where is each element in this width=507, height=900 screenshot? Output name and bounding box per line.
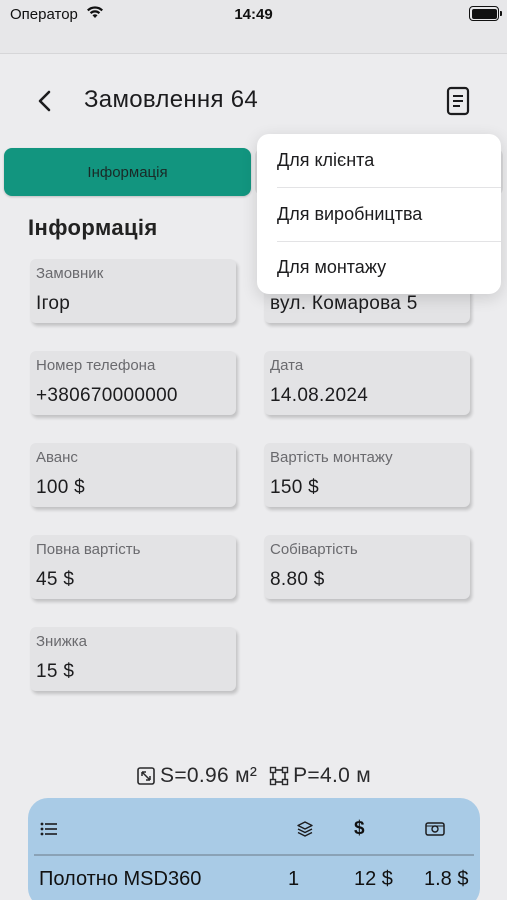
- battery-icon: [469, 6, 502, 21]
- document-icon[interactable]: [444, 86, 472, 116]
- install-cost-label: Вартість монтажу: [270, 449, 393, 466]
- self-cost-label: Собівартість: [270, 541, 358, 558]
- table-row-qty: 1: [288, 868, 300, 890]
- customer-field[interactable]: Замовник Ігор: [30, 259, 236, 323]
- date-value: 14.08.2024: [270, 385, 369, 406]
- install-cost-field[interactable]: Вартість монтажу 150 $: [264, 443, 470, 507]
- status-time: 14:49: [234, 6, 273, 23]
- phone-label: Номер телефона: [36, 357, 156, 374]
- section-title: Інформація: [28, 215, 158, 240]
- tab-information-label: Інформація: [87, 163, 168, 181]
- date-label: Дата: [270, 357, 304, 374]
- menu-item-production[interactable]: Для виробництва: [257, 188, 501, 241]
- area-icon: [136, 766, 156, 786]
- menu-item-client[interactable]: Для клієнта: [257, 134, 501, 187]
- nav-header: Замовлення 64: [0, 72, 507, 128]
- install-cost-value: 150 $: [270, 477, 320, 498]
- status-bar: Оператор 14:49: [0, 0, 507, 54]
- list-icon: [40, 822, 58, 841]
- discount-value: 15 $: [36, 661, 75, 682]
- area-value: S=0.96 м²: [160, 764, 258, 787]
- table-row-price: 12 $: [354, 868, 393, 890]
- self-cost-value: 8.80 $: [270, 569, 325, 590]
- menu-item-installation[interactable]: Для монтажу: [257, 241, 501, 294]
- price-column-header: $: [354, 818, 365, 839]
- discount-label: Знижка: [36, 633, 87, 650]
- back-chevron-icon[interactable]: [30, 86, 60, 116]
- advance-label: Аванс: [36, 449, 78, 466]
- customer-label: Замовник: [36, 265, 104, 282]
- document-menu: Для клієнта Для виробництва Для монтажу: [257, 134, 501, 294]
- customer-value: Ігор: [36, 293, 71, 314]
- tab-information[interactable]: Інформація: [4, 148, 251, 196]
- discount-field[interactable]: Знижка 15 $: [30, 627, 236, 691]
- table-row-name: Полотно MSD360: [39, 868, 202, 890]
- cash-icon: [425, 821, 445, 842]
- self-cost-field[interactable]: Собівартість 8.80 $: [264, 535, 470, 599]
- full-cost-field[interactable]: Повна вартість 45 $: [30, 535, 236, 599]
- table-header-divider: [34, 854, 474, 856]
- perimeter-value: P=4.0 м: [293, 764, 371, 787]
- full-cost-value: 45 $: [36, 569, 75, 590]
- full-cost-label: Повна вартість: [36, 541, 141, 558]
- phone-value: +380670000000: [36, 385, 178, 406]
- items-table: $ Полотно MSD360 1 12 $ 1.8 $: [28, 798, 480, 900]
- layers-icon: [296, 820, 314, 843]
- date-field[interactable]: Дата 14.08.2024: [264, 351, 470, 415]
- address-value: вул. Комарова 5: [270, 293, 418, 314]
- table-row-extra: 1.8 $: [424, 868, 469, 890]
- phone-field[interactable]: Номер телефона +380670000000: [30, 351, 236, 415]
- metrics-row: S=0.96 м² P=4.0 м: [0, 762, 507, 790]
- advance-field[interactable]: Аванс 100 $: [30, 443, 236, 507]
- page-title: Замовлення 64: [84, 86, 259, 113]
- advance-value: 100 $: [36, 477, 86, 498]
- perimeter-icon: [269, 766, 289, 786]
